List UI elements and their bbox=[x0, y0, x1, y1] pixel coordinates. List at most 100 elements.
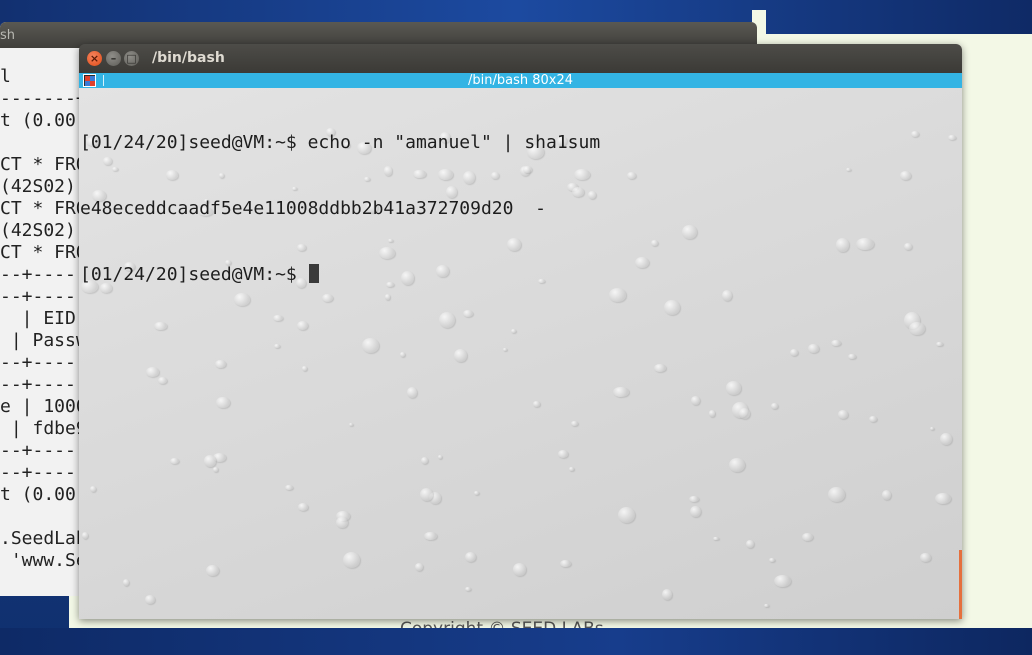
background-terminal-line: 'www.Se bbox=[0, 550, 87, 571]
raindrop bbox=[81, 531, 88, 539]
background-terminal-line: .SeedLab bbox=[0, 528, 87, 549]
raindrop bbox=[122, 578, 130, 586]
background-terminal-line bbox=[0, 506, 87, 528]
raindrop bbox=[415, 562, 424, 571]
raindrop bbox=[216, 396, 230, 409]
raindrop bbox=[848, 353, 856, 360]
raindrop bbox=[145, 367, 159, 377]
background-terminal-line: --+----- bbox=[0, 286, 87, 307]
raindrop bbox=[343, 551, 361, 568]
raindrop bbox=[144, 594, 155, 604]
raindrop bbox=[90, 486, 96, 493]
raindrop bbox=[203, 455, 217, 467]
terminal-window[interactable]: × – □ /bin/bash /bin/bash 80x24 [01/24/2… bbox=[79, 44, 962, 619]
background-terminal-line: -------+ bbox=[0, 88, 87, 109]
resize-edge-accent bbox=[959, 550, 962, 619]
raindrop bbox=[571, 421, 579, 426]
raindrop bbox=[465, 586, 472, 591]
raindrop bbox=[557, 450, 568, 458]
maximize-icon[interactable]: □ bbox=[124, 51, 139, 66]
raindrop bbox=[297, 503, 309, 511]
raindrop bbox=[830, 339, 841, 347]
raindrop bbox=[348, 423, 353, 427]
background-terminal-line: | Passw bbox=[0, 330, 87, 351]
raindrop bbox=[681, 224, 697, 240]
raindrop bbox=[663, 299, 681, 316]
background-terminal-line: t (0.00 bbox=[0, 110, 76, 131]
raindrop bbox=[712, 536, 719, 541]
terminal-tab-bar[interactable]: /bin/bash 80x24 bbox=[79, 73, 962, 88]
raindrop bbox=[336, 516, 348, 529]
terminal-line: [01/24/20]seed@VM:~$ echo -n "amanuel" |… bbox=[80, 132, 601, 153]
raindrop bbox=[935, 492, 952, 504]
raindrop bbox=[745, 540, 754, 549]
background-terminal-line: | fdbe9 bbox=[0, 418, 87, 439]
background-terminal-line: l bbox=[0, 66, 11, 87]
shell-prompt: [01/24/20]seed@VM:~$ bbox=[80, 264, 308, 285]
raindrop bbox=[662, 589, 673, 600]
raindrop bbox=[157, 377, 167, 385]
raindrop bbox=[708, 410, 715, 417]
raindrop bbox=[560, 560, 571, 567]
minimize-icon[interactable]: – bbox=[106, 51, 121, 66]
raindrop bbox=[213, 467, 218, 472]
raindrop bbox=[215, 359, 226, 368]
raindrop bbox=[881, 489, 891, 500]
terminal-body[interactable]: [01/24/20]seed@VM:~$ echo -n "amanuel" |… bbox=[79, 88, 962, 619]
raindrop bbox=[613, 387, 629, 397]
raindrop bbox=[361, 338, 380, 354]
background-terminal-line: CT * FRO bbox=[0, 154, 87, 175]
background-terminal-line: --+----- bbox=[0, 462, 87, 483]
raindrop bbox=[868, 415, 877, 423]
terminal-titlebar[interactable]: × – □ /bin/bash bbox=[79, 44, 962, 73]
raindrop bbox=[284, 484, 293, 490]
raindrop bbox=[437, 454, 443, 460]
background-terminal-line: --+----- bbox=[0, 374, 87, 395]
raindrop bbox=[617, 507, 635, 524]
background-terminal-line: e | 1000 bbox=[0, 396, 87, 417]
background-terminal-line: CT * FRO bbox=[0, 198, 87, 219]
prompt-line[interactable]: [01/24/20]seed@VM:~$ bbox=[80, 264, 600, 286]
terminal-console[interactable]: [01/24/20]seed@VM:~$ echo -n "amanuel" |… bbox=[80, 88, 600, 330]
raindrop bbox=[635, 256, 650, 268]
background-terminal-line: (42S02): bbox=[0, 220, 87, 241]
raindrop bbox=[691, 396, 701, 406]
raindrop bbox=[940, 432, 952, 445]
raindrop bbox=[947, 134, 956, 140]
raindrop bbox=[789, 348, 799, 356]
window-title: /bin/bash bbox=[152, 50, 225, 66]
raindrop bbox=[608, 288, 627, 302]
background-terminal-line: --+----- bbox=[0, 440, 87, 461]
raindrop bbox=[690, 505, 702, 518]
raindrop bbox=[721, 290, 733, 302]
raindrop bbox=[773, 574, 792, 588]
background-terminal-line: CT * FRO bbox=[0, 242, 87, 263]
background-terminal-line: --+----- bbox=[0, 352, 87, 373]
raindrop bbox=[206, 564, 220, 576]
raindrop bbox=[569, 466, 574, 471]
raindrop bbox=[421, 457, 429, 464]
raindrop bbox=[651, 239, 658, 247]
background-terminal-title: sh bbox=[0, 28, 16, 43]
raindrop bbox=[936, 341, 943, 347]
close-icon[interactable]: × bbox=[87, 51, 102, 66]
raindrop bbox=[423, 531, 437, 540]
raindrop bbox=[904, 243, 912, 251]
background-terminal-line bbox=[0, 132, 87, 154]
terminal-tab-title: /bin/bash 80x24 bbox=[467, 73, 573, 88]
raindrop bbox=[465, 551, 477, 563]
raindrop bbox=[688, 495, 699, 502]
raindrop bbox=[273, 344, 280, 348]
raindrop bbox=[827, 486, 845, 503]
raindrop bbox=[419, 488, 433, 502]
background-terminal-line: t (0.00 bbox=[0, 484, 76, 505]
background-terminal-line: (42S02): bbox=[0, 176, 87, 197]
raindrop bbox=[170, 457, 179, 464]
raindrop bbox=[837, 409, 849, 419]
raindrop bbox=[654, 363, 667, 372]
raindrop bbox=[845, 167, 851, 171]
raindrop bbox=[764, 603, 769, 607]
background-terminal-line: | EID bbox=[0, 308, 76, 329]
raindrop bbox=[801, 532, 814, 541]
background-terminal-output: l -------+ t (0.00 CT * FRO (42S02): CT * FRO… bbox=[0, 66, 87, 572]
